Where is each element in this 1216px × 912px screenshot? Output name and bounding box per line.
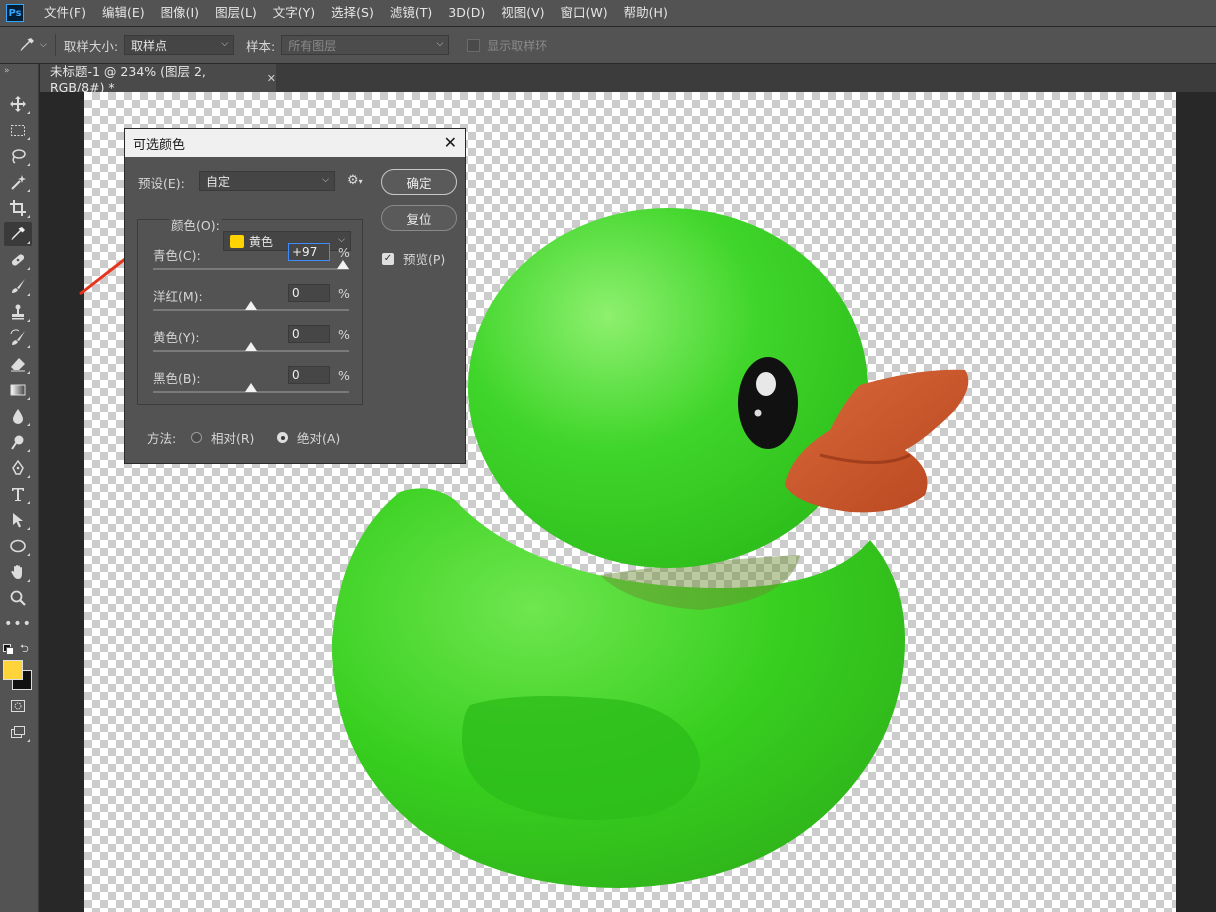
preview-checkbox[interactable]: ✓ bbox=[382, 252, 394, 265]
selective-color-dialog: 可选颜色 ✕ 预设(E): 自定 ⌵ ⚙▾ 确定 复位 ✓ 预览(P) 颜色(O… bbox=[124, 128, 466, 464]
slider-row-black: 黑色(B): 0 % bbox=[153, 366, 353, 406]
method-label: 方法: bbox=[147, 431, 177, 446]
slider-label: 青色(C): bbox=[153, 248, 201, 263]
relative-radio[interactable] bbox=[191, 432, 202, 443]
slider-thumb[interactable] bbox=[245, 342, 257, 351]
chevron-down-icon: ⌵ bbox=[322, 175, 329, 185]
percent-unit: % bbox=[338, 327, 350, 342]
slider-thumb[interactable] bbox=[337, 260, 350, 269]
cyan-value-input[interactable]: +97 bbox=[288, 243, 330, 261]
duck-eye bbox=[738, 357, 798, 449]
method-absolute-option[interactable]: 绝对(A) bbox=[277, 428, 340, 447]
preset-value: 自定 bbox=[206, 174, 231, 189]
preset-select[interactable]: 自定 ⌵ bbox=[199, 171, 335, 191]
percent-unit: % bbox=[338, 245, 350, 260]
black-value-input[interactable]: 0 bbox=[288, 366, 330, 384]
slider-track[interactable] bbox=[153, 268, 349, 270]
dialog-title-bar[interactable]: 可选颜色 ✕ bbox=[125, 129, 465, 157]
colors-label: 颜色(O): bbox=[169, 215, 222, 234]
preset-label: 预设(E): bbox=[138, 176, 185, 191]
relative-label: 相对(R) bbox=[211, 431, 255, 446]
reset-button[interactable]: 复位 bbox=[381, 205, 457, 231]
slider-label: 洋红(M): bbox=[153, 289, 203, 304]
close-icon[interactable]: ✕ bbox=[444, 133, 457, 152]
magenta-value-input[interactable]: 0 bbox=[288, 284, 330, 302]
absolute-label: 绝对(A) bbox=[297, 431, 341, 446]
slider-label: 黄色(Y): bbox=[153, 330, 200, 345]
duck-eye-highlight-small bbox=[754, 409, 762, 417]
preview-option[interactable]: ✓ 预览(P) bbox=[382, 249, 445, 268]
dialog-title: 可选颜色 bbox=[133, 137, 186, 153]
absolute-radio[interactable] bbox=[277, 432, 288, 443]
slider-row-magenta: 洋红(M): 0 % bbox=[153, 284, 353, 324]
gear-icon[interactable]: ⚙▾ bbox=[347, 173, 363, 188]
slider-thumb[interactable] bbox=[245, 301, 257, 310]
percent-unit: % bbox=[338, 286, 350, 301]
yellow-value-input[interactable]: 0 bbox=[288, 325, 330, 343]
slider-row-yellow: 黄色(Y): 0 % bbox=[153, 325, 353, 365]
slider-label: 黑色(B): bbox=[153, 371, 201, 386]
slider-row-cyan: 青色(C): +97 % bbox=[153, 243, 353, 283]
preview-label: 预览(P) bbox=[403, 252, 446, 267]
slider-thumb[interactable] bbox=[245, 383, 257, 392]
duck-head bbox=[468, 208, 868, 568]
percent-unit: % bbox=[338, 368, 350, 383]
ok-button[interactable]: 确定 bbox=[381, 169, 457, 195]
method-relative-option[interactable]: 相对(R) bbox=[191, 428, 254, 447]
duck-eye-highlight bbox=[756, 372, 776, 396]
